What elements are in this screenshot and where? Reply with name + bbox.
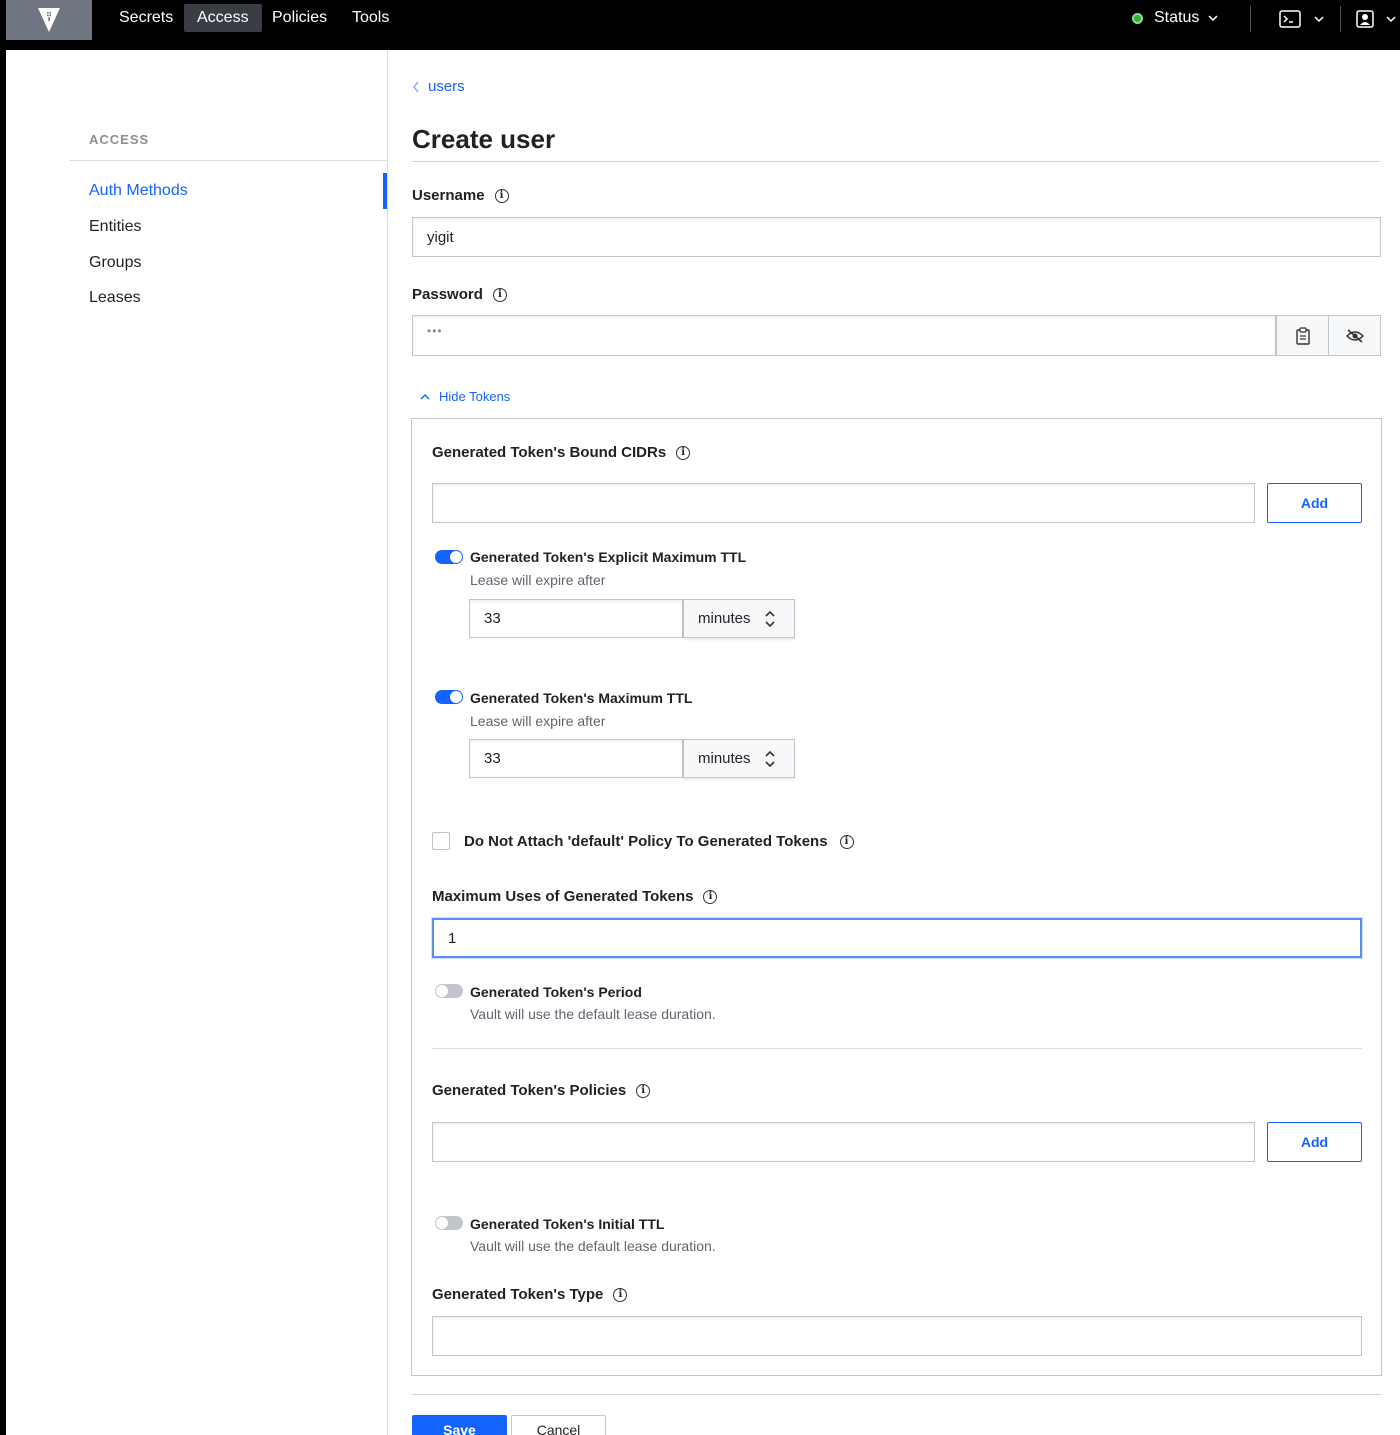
username-input[interactable]: yigit <box>412 217 1381 257</box>
info-icon[interactable]: i <box>636 1083 651 1098</box>
nav-policies[interactable]: Policies <box>259 4 340 32</box>
explicit-max-ttl-sub: Lease will expire after <box>470 572 606 588</box>
explicit-max-ttl-value: 33 <box>484 610 501 627</box>
nav-divider <box>1250 6 1251 32</box>
sidebar-divider <box>69 160 388 161</box>
sidebar-item-auth-methods[interactable]: Auth Methods <box>89 182 188 200</box>
max-ttl-unit-select[interactable]: minutes <box>683 739 795 778</box>
user-icon <box>1356 10 1374 28</box>
max-uses-value: 1 <box>448 929 457 947</box>
policies-input[interactable] <box>432 1122 1255 1162</box>
max-uses-input[interactable]: 1 <box>432 918 1362 958</box>
password-input[interactable]: ••• <box>412 315 1276 356</box>
explicit-max-ttl-switch[interactable] <box>435 550 463 564</box>
section-divider <box>432 1048 1362 1049</box>
max-uses-label-text: Maximum Uses of Generated Tokens <box>432 888 694 905</box>
explicit-max-ttl-label: Generated Token's Explicit Maximum TTL <box>470 549 747 565</box>
username-label-text: Username <box>412 187 485 204</box>
bound-cidrs-input[interactable] <box>432 483 1255 523</box>
password-value: ••• <box>427 324 443 338</box>
select-arrows-icon <box>764 610 775 627</box>
chevron-down-icon <box>1208 15 1218 21</box>
console-menu[interactable] <box>1279 10 1324 28</box>
max-ttl-label: Generated Token's Maximum TTL <box>470 690 693 706</box>
explicit-max-ttl-unit-select[interactable]: minutes <box>683 599 795 638</box>
period-label: Generated Token's Period <box>470 984 642 1000</box>
clipboard-icon <box>1295 326 1310 345</box>
select-arrows-icon <box>764 750 775 767</box>
status-label: Status <box>1154 9 1200 26</box>
initial-ttl-switch[interactable] <box>435 1216 463 1230</box>
explicit-max-ttl-unit: minutes <box>698 610 751 627</box>
sidebar-active-indicator <box>383 173 387 209</box>
footer-divider <box>412 1394 1381 1395</box>
max-ttl-sub: Lease will expire after <box>470 713 606 729</box>
save-button[interactable]: Save <box>412 1415 507 1435</box>
chevron-left-icon <box>413 81 419 92</box>
no-default-policy-checkbox[interactable] <box>432 832 450 850</box>
token-type-label: Generated Token's Type i <box>432 1286 628 1303</box>
add-policy-button[interactable]: Add <box>1267 1122 1362 1162</box>
add-cidr-button[interactable]: Add <box>1267 483 1362 523</box>
chevron-up-icon <box>420 393 430 400</box>
info-icon[interactable]: i <box>494 188 509 203</box>
nav-access[interactable]: Access <box>184 4 262 32</box>
chevron-down-icon <box>1386 16 1396 22</box>
info-icon[interactable]: i <box>613 1287 628 1302</box>
page-title: Create user <box>412 124 556 154</box>
max-ttl-unit: minutes <box>698 750 751 767</box>
toggle-password-visibility-button[interactable] <box>1328 315 1381 356</box>
token-type-select[interactable] <box>432 1316 1362 1356</box>
no-default-policy-label: Do Not Attach 'default' Policy To Genera… <box>464 833 854 850</box>
max-ttl-input[interactable]: 33 <box>469 739 683 778</box>
cancel-button[interactable]: Cancel <box>511 1415 606 1435</box>
sidebar <box>6 50 388 1435</box>
status-menu[interactable]: Status <box>1132 9 1218 27</box>
title-divider <box>412 161 1380 162</box>
terminal-icon <box>1279 10 1301 28</box>
max-ttl-value: 33 <box>484 750 501 767</box>
explicit-max-ttl-input[interactable]: 33 <box>469 599 683 638</box>
nav-divider <box>1340 6 1341 32</box>
chevron-down-icon <box>1314 16 1324 22</box>
username-label: Username i <box>412 187 509 204</box>
info-icon[interactable]: i <box>839 834 854 849</box>
copy-password-button[interactable] <box>1276 315 1329 356</box>
bound-cidrs-label-text: Generated Token's Bound CIDRs <box>432 444 667 461</box>
period-switch[interactable] <box>435 984 463 998</box>
policies-label: Generated Token's Policies i <box>432 1082 651 1099</box>
hide-tokens-toggle[interactable]: Hide Tokens <box>420 389 510 404</box>
vault-logo[interactable] <box>6 0 92 40</box>
initial-ttl-sub: Vault will use the default lease duratio… <box>470 1238 716 1254</box>
sidebar-heading: ACCESS <box>89 132 150 147</box>
nav-secrets[interactable]: Secrets <box>106 4 186 32</box>
period-sub: Vault will use the default lease duratio… <box>470 1006 716 1022</box>
policies-label-text: Generated Token's Policies <box>432 1082 627 1099</box>
token-type-label-text: Generated Token's Type <box>432 1286 604 1303</box>
eye-off-icon <box>1345 328 1364 343</box>
breadcrumb[interactable]: users <box>412 78 465 95</box>
status-ok-icon <box>1132 12 1143 24</box>
bound-cidrs-label: Generated Token's Bound CIDRs i <box>432 444 691 461</box>
sidebar-item-leases[interactable]: Leases <box>89 289 141 307</box>
info-icon[interactable]: i <box>703 889 718 904</box>
max-ttl-switch[interactable] <box>435 690 463 704</box>
sidebar-item-groups[interactable]: Groups <box>89 254 141 272</box>
vault-logo-icon <box>38 8 60 32</box>
password-label: Password i <box>412 286 507 303</box>
password-label-text: Password <box>412 286 483 303</box>
max-uses-label: Maximum Uses of Generated Tokens i <box>432 888 718 905</box>
username-value: yigit <box>427 228 454 246</box>
breadcrumb-users: users <box>428 78 465 95</box>
info-icon[interactable]: i <box>676 445 691 460</box>
initial-ttl-label: Generated Token's Initial TTL <box>470 1216 665 1232</box>
info-icon[interactable]: i <box>492 287 507 302</box>
sidebar-item-entities[interactable]: Entities <box>89 218 141 236</box>
hide-tokens-label: Hide Tokens <box>439 389 511 404</box>
user-menu[interactable] <box>1356 10 1396 28</box>
nav-tools[interactable]: Tools <box>339 4 402 32</box>
no-default-policy-label-text: Do Not Attach 'default' Policy To Genera… <box>464 833 828 850</box>
